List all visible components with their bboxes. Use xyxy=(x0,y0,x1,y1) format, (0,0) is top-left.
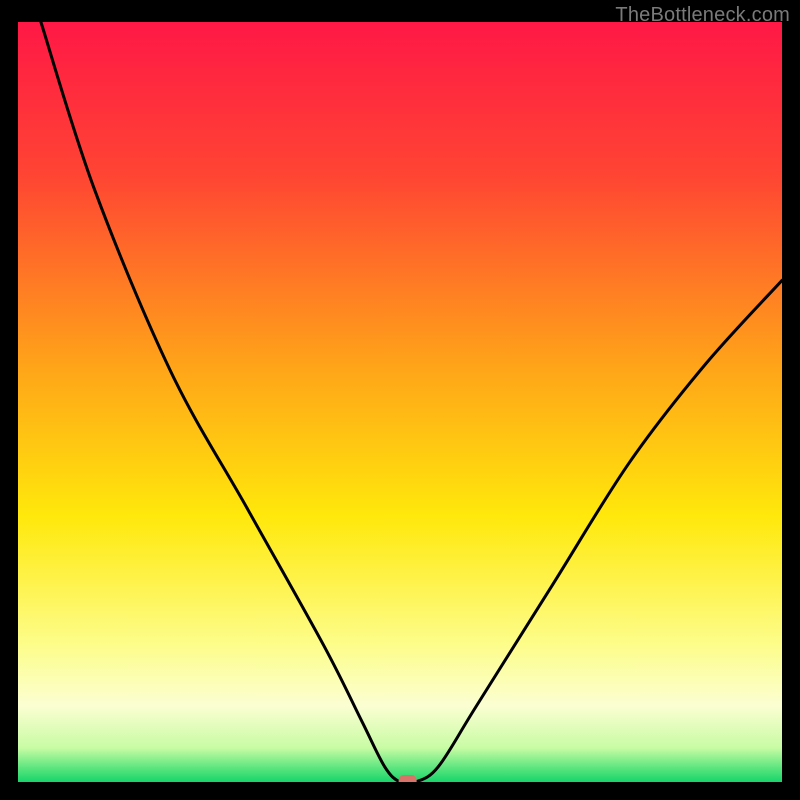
optimum-marker xyxy=(399,775,417,782)
chart-frame: TheBottleneck.com xyxy=(0,0,800,800)
watermark-text: TheBottleneck.com xyxy=(615,4,790,27)
chart-plot xyxy=(18,22,782,782)
chart-svg xyxy=(18,22,782,782)
gradient-background xyxy=(18,22,782,782)
